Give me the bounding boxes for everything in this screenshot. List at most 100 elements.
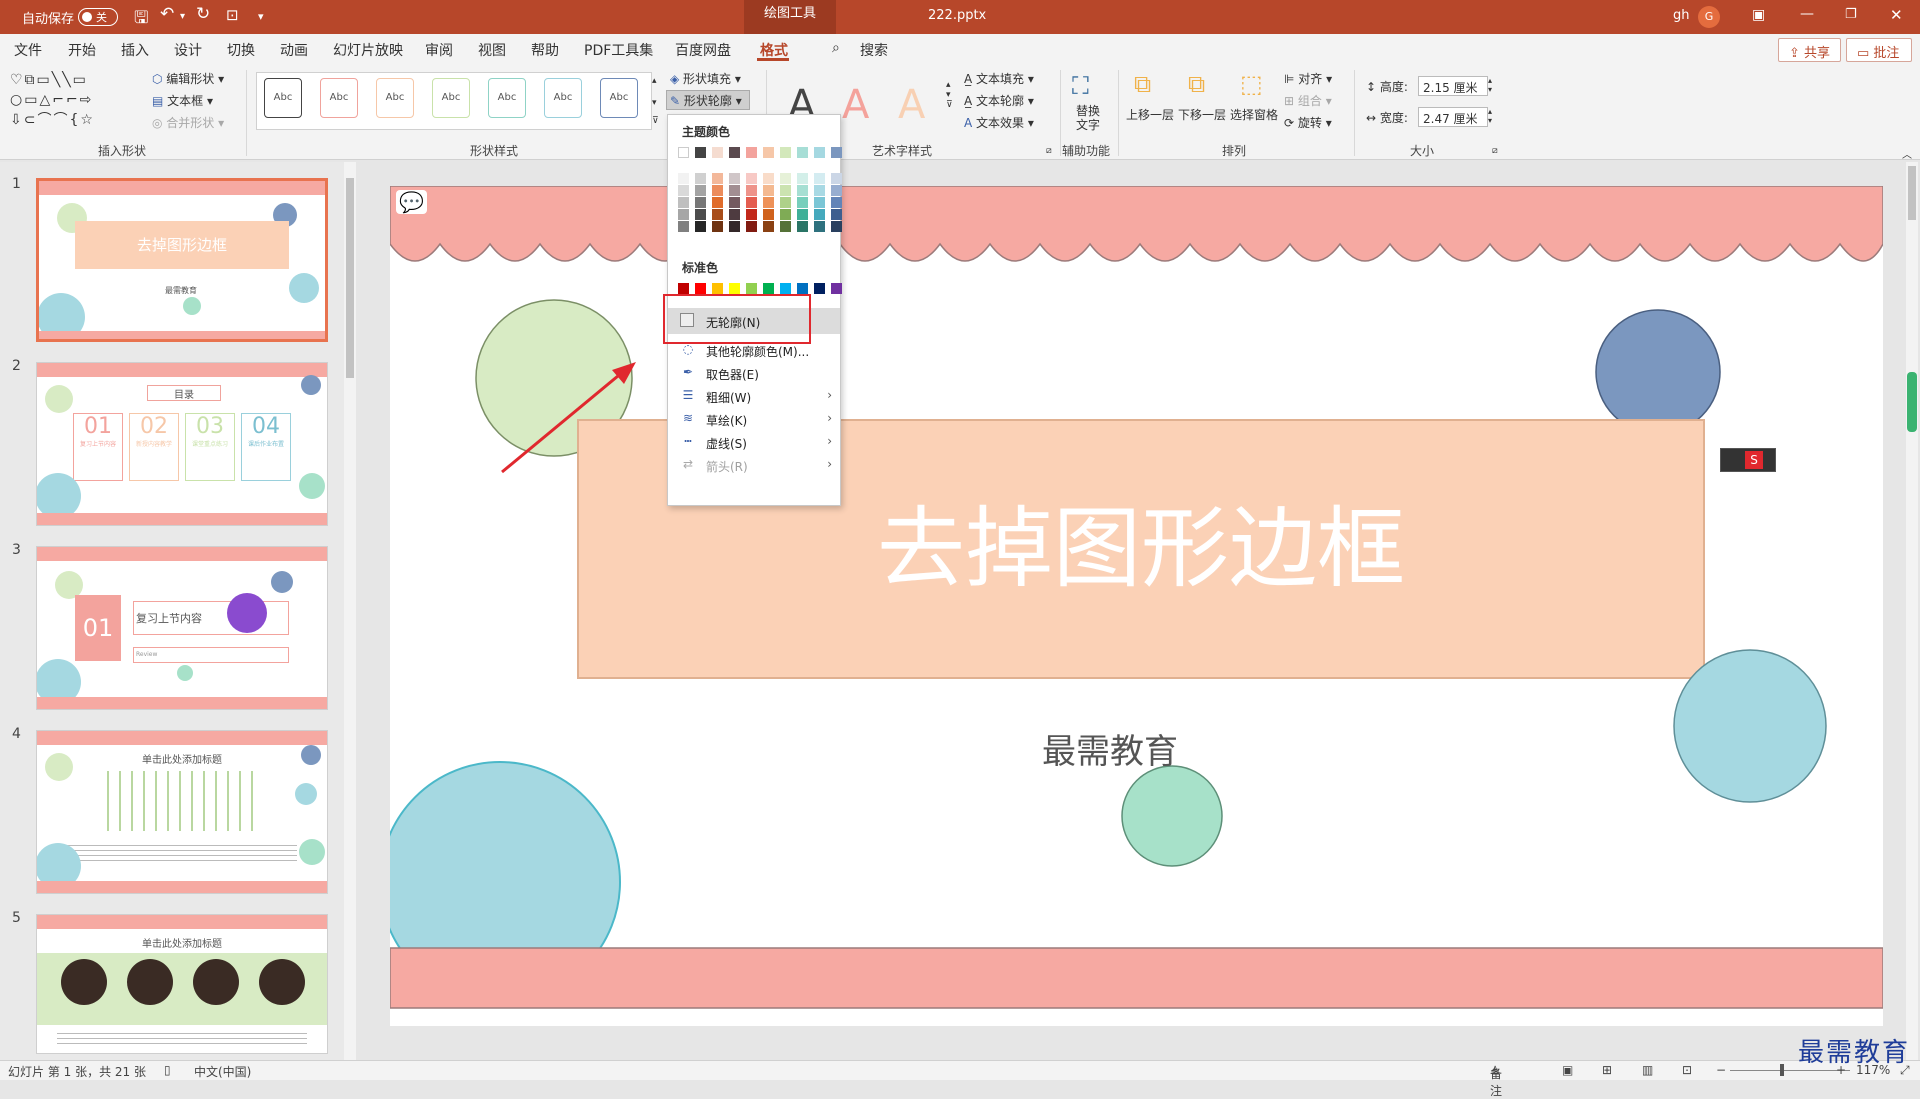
theme-color-swatch[interactable] <box>729 147 740 158</box>
selection-pane-icon[interactable]: ⬚ <box>1240 70 1263 98</box>
theme-shade-swatch[interactable] <box>712 221 723 232</box>
theme-shade-swatch[interactable] <box>729 173 740 184</box>
theme-shade-swatch[interactable] <box>797 197 808 208</box>
share-button[interactable]: ⇪ 共享 <box>1778 38 1842 62</box>
theme-color-swatch[interactable] <box>780 147 791 158</box>
shape-style-3[interactable]: Abc <box>376 78 414 118</box>
undo-dropdown-icon[interactable]: ▾ <box>180 11 185 22</box>
slideshow-icon[interactable]: ⊡ <box>1682 1063 1692 1077</box>
theme-shade-swatch[interactable] <box>678 185 689 196</box>
theme-shade-swatch[interactable] <box>729 221 740 232</box>
theme-shade-swatch[interactable] <box>780 209 791 220</box>
theme-shade-swatch[interactable] <box>814 197 825 208</box>
standard-color-swatch[interactable] <box>780 283 791 294</box>
theme-shade-swatch[interactable] <box>797 221 808 232</box>
tab-file[interactable]: 文件 <box>14 40 42 60</box>
group-button[interactable]: ⊞ 组合 ▾ <box>1284 92 1332 109</box>
text-fill-button[interactable]: A̲ 文本填充 ▾ <box>964 70 1034 87</box>
theme-color-swatch[interactable] <box>695 147 706 158</box>
alt-text-icon[interactable]: ⛶ <box>1072 72 1089 100</box>
standard-color-swatch[interactable] <box>763 283 774 294</box>
theme-shade-swatch[interactable] <box>763 209 774 220</box>
ribbon-display-icon[interactable]: ▣ <box>1752 7 1765 23</box>
shape-style-7[interactable]: Abc <box>600 78 638 118</box>
theme-color-swatch[interactable] <box>814 147 825 158</box>
theme-shade-swatch[interactable] <box>780 221 791 232</box>
theme-shade-swatch[interactable] <box>729 197 740 208</box>
tab-baidu-netdisk[interactable]: 百度网盘 <box>675 40 731 60</box>
theme-shade-swatch[interactable] <box>746 221 757 232</box>
spellcheck-icon[interactable]: ▯ <box>164 1063 171 1077</box>
theme-shade-swatch[interactable] <box>746 173 757 184</box>
shape-style-4[interactable]: Abc <box>432 78 470 118</box>
theme-shade-swatch[interactable] <box>797 173 808 184</box>
shape-style-2[interactable]: Abc <box>320 78 358 118</box>
theme-shade-swatch[interactable] <box>729 209 740 220</box>
gallery-scroll-down-icon[interactable]: ▾ <box>652 98 657 108</box>
theme-shade-swatch[interactable] <box>780 185 791 196</box>
theme-color-swatch[interactable] <box>746 147 757 158</box>
theme-shade-swatch[interactable] <box>831 209 842 220</box>
text-box-button[interactable]: ▤ 文本框 ▾ <box>152 92 213 109</box>
theme-shade-swatch[interactable] <box>780 197 791 208</box>
theme-shade-swatch[interactable] <box>729 185 740 196</box>
bring-forward-icon[interactable]: ⧉ <box>1134 70 1151 98</box>
edit-shape-button[interactable]: ⬡ 编辑形状 ▾ <box>152 70 224 87</box>
theme-color-swatch[interactable] <box>831 147 842 158</box>
wordart-dialog-launcher-icon[interactable]: ⧄ <box>1046 146 1052 156</box>
text-effect-button[interactable]: A 文本效果 ▾ <box>964 114 1034 131</box>
theme-shade-swatch[interactable] <box>814 221 825 232</box>
width-spinner-icon[interactable]: ▴ ▾ <box>1488 107 1492 125</box>
theme-shade-swatch[interactable] <box>814 209 825 220</box>
theme-shade-swatch[interactable] <box>746 185 757 196</box>
merge-shapes-button[interactable]: ◎ 合并形状 ▾ <box>152 114 224 131</box>
theme-shade-swatch[interactable] <box>712 185 723 196</box>
tab-home[interactable]: 开始 <box>68 40 96 60</box>
theme-shade-swatch[interactable] <box>695 185 706 196</box>
search-box[interactable]: 搜索 <box>860 40 888 60</box>
width-input[interactable]: 2.47 厘米 <box>1418 107 1488 127</box>
shape-gallery[interactable]: ♡⧉▭╲╲▭ ○▭△⌐⌐⇨ ⇩⊂⌒⌒{☆ <box>10 70 134 134</box>
wordart-scroll-icon[interactable]: ▴ ▾ ⊽ <box>946 80 953 110</box>
shape-style-1[interactable]: Abc <box>264 78 302 118</box>
wordart-style-3[interactable]: A <box>898 82 925 128</box>
theme-shade-swatch[interactable] <box>763 197 774 208</box>
minimize-icon[interactable]: — <box>1800 6 1814 22</box>
theme-color-swatch[interactable] <box>797 147 808 158</box>
slide-subtitle[interactable]: 最需教育 <box>930 724 1290 773</box>
tab-pdf-tools[interactable]: PDF工具集 <box>584 40 653 60</box>
save-icon[interactable]: 🖫 <box>134 5 148 34</box>
tab-design[interactable]: 设计 <box>174 40 202 60</box>
tab-view[interactable]: 视图 <box>478 40 506 60</box>
theme-shade-swatch[interactable] <box>695 197 706 208</box>
theme-shade-swatch[interactable] <box>797 209 808 220</box>
theme-shade-swatch[interactable] <box>746 209 757 220</box>
reading-view-icon[interactable]: ▥ <box>1642 1063 1653 1077</box>
comment-button[interactable]: ▭ 批注 <box>1846 38 1912 62</box>
ime-toolbar[interactable]: S <box>1720 448 1776 472</box>
size-dialog-launcher-icon[interactable]: ⧄ <box>1492 146 1498 156</box>
tab-insert[interactable]: 插入 <box>121 40 149 60</box>
redo-icon[interactable]: ↻ <box>196 4 210 24</box>
slide-thumbnail-3[interactable]: 01 复习上节内容 Review <box>36 546 328 710</box>
theme-shade-swatch[interactable] <box>780 173 791 184</box>
theme-shade-swatch[interactable] <box>678 173 689 184</box>
standard-color-swatch[interactable] <box>831 283 842 294</box>
autosave-toggle[interactable]: 关 <box>78 8 118 26</box>
slide-thumbnail-1[interactable]: 去掉图形边框 最需教育 <box>36 178 328 342</box>
theme-shade-swatch[interactable] <box>797 185 808 196</box>
theme-shade-swatch[interactable] <box>763 173 774 184</box>
standard-color-swatch[interactable] <box>746 283 757 294</box>
customize-qat-icon[interactable]: ▾ <box>258 10 264 23</box>
tab-format[interactable]: 格式 <box>760 40 788 60</box>
theme-shade-swatch[interactable] <box>763 185 774 196</box>
undo-icon[interactable]: ↶ <box>160 4 174 24</box>
theme-color-swatch[interactable] <box>678 147 689 158</box>
theme-shade-swatch[interactable] <box>763 221 774 232</box>
alt-text-button[interactable]: 替换文字 <box>1076 104 1100 132</box>
theme-shade-swatch[interactable] <box>831 197 842 208</box>
standard-color-swatch[interactable] <box>729 283 740 294</box>
user-name[interactable]: gh <box>1673 8 1690 23</box>
standard-color-swatch[interactable] <box>712 283 723 294</box>
theme-shade-swatch[interactable] <box>814 173 825 184</box>
